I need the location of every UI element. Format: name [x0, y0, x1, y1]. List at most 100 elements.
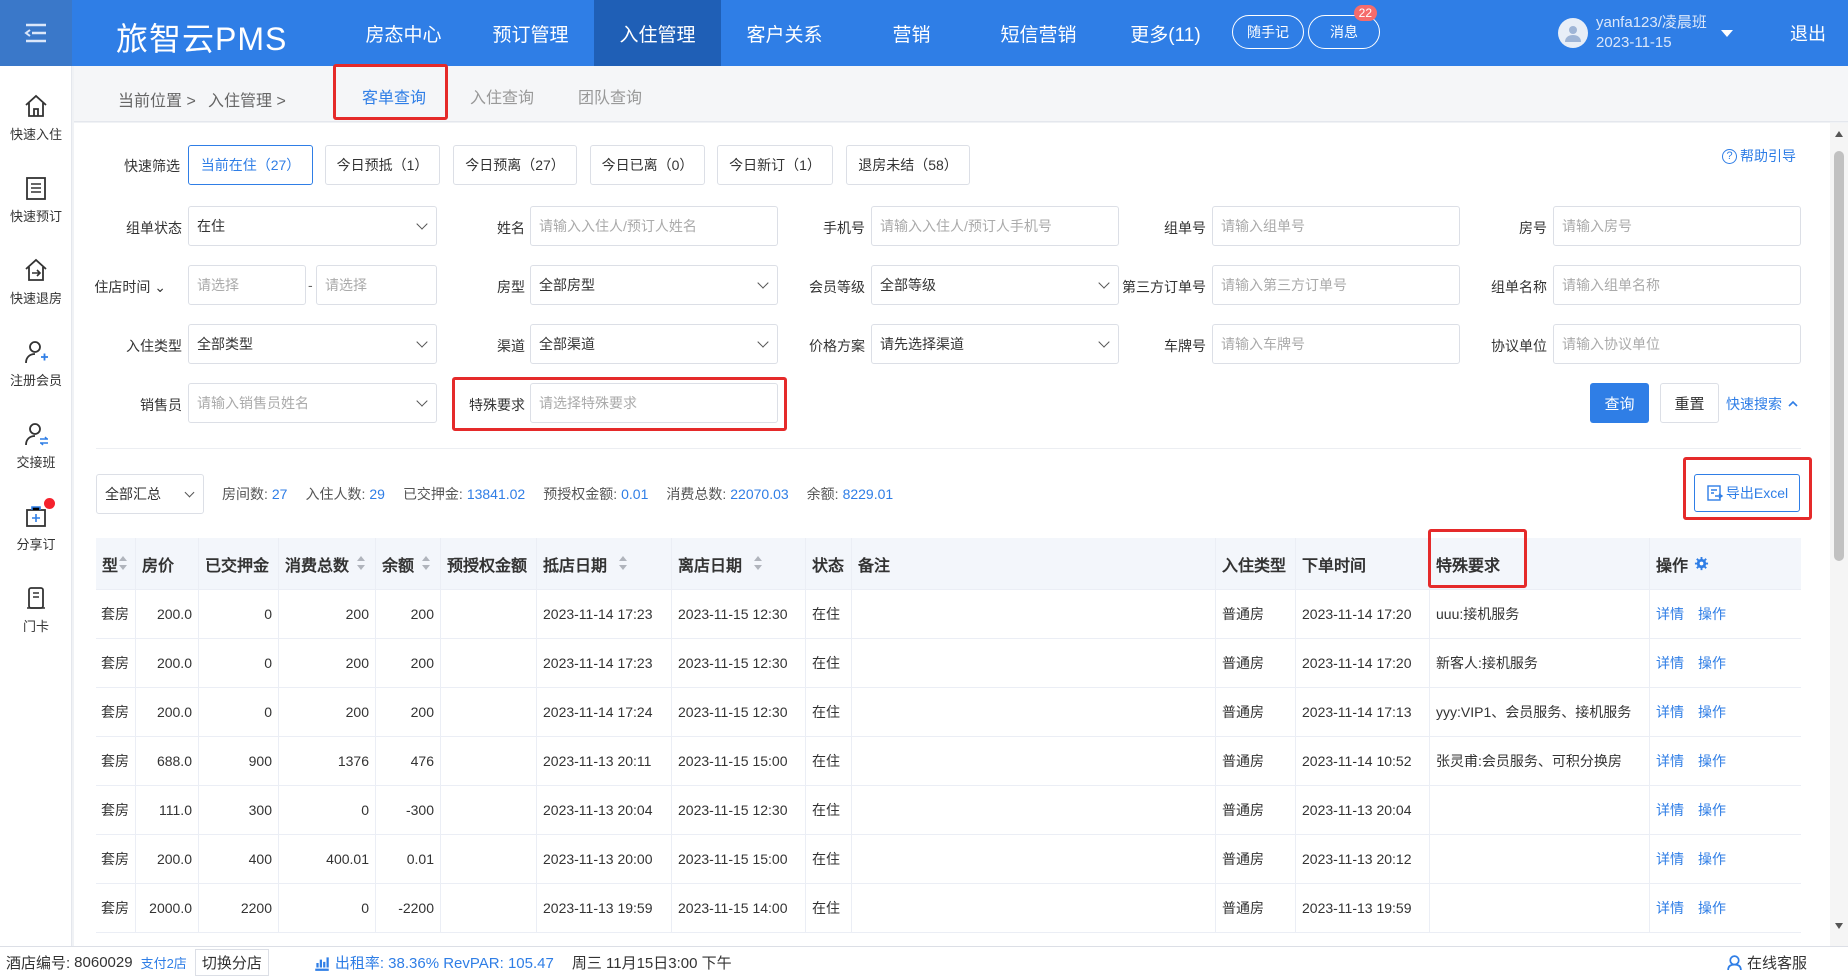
- messages-button[interactable]: 消息 22: [1308, 5, 1380, 49]
- action-link[interactable]: 操作: [1698, 702, 1726, 722]
- action-link[interactable]: 操作: [1698, 653, 1726, 673]
- agreement-input[interactable]: 请输入协议单位: [1553, 324, 1801, 364]
- detail-link[interactable]: 详情: [1656, 702, 1684, 722]
- group-name-input[interactable]: 请输入组单名称: [1553, 265, 1801, 305]
- logout-button[interactable]: 退出: [1790, 20, 1826, 46]
- group-no-input[interactable]: 请输入组单号: [1212, 206, 1460, 246]
- sidebar-item-quick-booking[interactable]: 快速预订: [0, 174, 72, 225]
- summary-select[interactable]: 全部汇总: [96, 474, 204, 514]
- room-no-input[interactable]: 请输入房号: [1553, 206, 1801, 246]
- scroll-down-icon[interactable]: [1835, 923, 1843, 929]
- switch-store-button[interactable]: 切换分店: [194, 949, 269, 976]
- member-level-select[interactable]: 全部等级: [871, 265, 1119, 305]
- stay-time-start-input[interactable]: 请选择: [188, 265, 306, 305]
- cell-deposit: 300: [199, 786, 279, 834]
- table-row[interactable]: 套房 200.0 0 200 200 2023-11-14 17:23 2023-11-15…: [96, 590, 1801, 639]
- room-type-select[interactable]: 全部房型: [530, 265, 778, 305]
- user-menu[interactable]: yanfa123/凌晨班 2023-11-15: [1558, 10, 1733, 56]
- menu-toggle-icon[interactable]: [0, 0, 72, 66]
- online-service-button[interactable]: 在线客服: [1726, 952, 1807, 973]
- action-link[interactable]: 操作: [1698, 751, 1726, 771]
- sidebar-item-label: 快速退房: [9, 291, 62, 306]
- action-link[interactable]: 操作: [1698, 898, 1726, 918]
- quick-filter-unsettled[interactable]: 退房未结（58）: [846, 145, 970, 185]
- stay-time-label[interactable]: 住店时间 ⌄: [56, 277, 166, 297]
- cell-deposit: 2200: [199, 884, 279, 932]
- col-consumption[interactable]: 消费总数: [279, 538, 376, 589]
- nav-crm[interactable]: 客户关系: [721, 0, 848, 66]
- phone-input[interactable]: 请输入入住人/预订人手机号: [871, 206, 1119, 246]
- sidebar-item-door-card[interactable]: 门卡: [0, 584, 72, 635]
- table-row[interactable]: 套房 688.0 900 1376 476 2023-11-13 20:11 2023-11…: [96, 737, 1801, 786]
- detail-link[interactable]: 详情: [1656, 898, 1684, 918]
- cell-status: 在住: [806, 590, 852, 638]
- detail-link[interactable]: 详情: [1656, 800, 1684, 820]
- breadcrumb-module[interactable]: 入住管理 >: [208, 87, 286, 111]
- notes-button[interactable]: 随手记: [1232, 15, 1304, 49]
- scroll-thumb[interactable]: [1834, 151, 1844, 561]
- nav-checkin[interactable]: 入住管理: [594, 0, 721, 66]
- table-row[interactable]: 套房 200.0 0 200 200 2023-11-14 17:24 2023-11-15…: [96, 688, 1801, 737]
- cell-preauth: [441, 639, 537, 687]
- special-request-select[interactable]: 请选择特殊要求: [530, 383, 778, 423]
- third-party-input[interactable]: 请输入第三方订单号: [1212, 265, 1460, 305]
- tab-group-query[interactable]: 团队查询: [578, 84, 642, 108]
- checkin-type-select[interactable]: 全部类型: [188, 324, 437, 364]
- nav-marketing[interactable]: 营销: [848, 0, 975, 66]
- pay-stores[interactable]: 支付2店: [141, 953, 187, 972]
- cell-checkin-type: 普通房: [1216, 737, 1296, 785]
- chevron-down-icon[interactable]: [1720, 29, 1733, 37]
- quick-filter-new-today[interactable]: 今日新订（1）: [717, 145, 833, 185]
- quick-search-toggle[interactable]: 快速搜索: [1726, 394, 1799, 414]
- order-status-select[interactable]: 在住: [188, 206, 437, 246]
- export-excel-button[interactable]: 导出Excel: [1694, 474, 1800, 512]
- table-row[interactable]: 套房 2000.0 2200 0 -2200 2023-11-13 19:59 2023-1…: [96, 884, 1801, 933]
- cell-remark: [852, 737, 1216, 785]
- action-link[interactable]: 操作: [1698, 604, 1726, 624]
- channel-select[interactable]: 全部渠道: [530, 324, 778, 364]
- nav-sms[interactable]: 短信营销: [975, 0, 1102, 66]
- cell-special-request: yyy:VIP1、会员服务、接机服务: [1430, 688, 1650, 736]
- col-preauth[interactable]: 预授权金额: [441, 538, 537, 589]
- detail-link[interactable]: 详情: [1656, 751, 1684, 771]
- nav-room-status[interactable]: 房态中心: [340, 0, 467, 66]
- query-button[interactable]: 查询: [1590, 383, 1649, 423]
- quick-filter-current-stay[interactable]: 当前在住（27）: [188, 145, 313, 185]
- table-row[interactable]: 套房 111.0 300 0 -300 2023-11-13 20:04 2023-11-1…: [96, 786, 1801, 835]
- detail-link[interactable]: 详情: [1656, 653, 1684, 673]
- col-arrival[interactable]: 抵店日期: [537, 538, 672, 589]
- quick-filter-arriving-today[interactable]: 今日预抵（1）: [325, 145, 440, 185]
- scroll-up-icon[interactable]: [1835, 131, 1843, 137]
- detail-link[interactable]: 详情: [1656, 849, 1684, 869]
- sidebar-item-share[interactable]: 分享订: [0, 498, 72, 553]
- quick-filter-departing-today[interactable]: 今日预离（27）: [453, 145, 577, 185]
- group-no-label: 组单号: [1164, 220, 1206, 236]
- price-plan-select[interactable]: 请先选择渠道: [871, 324, 1119, 364]
- col-departure[interactable]: 离店日期: [672, 538, 806, 589]
- detail-link[interactable]: 详情: [1656, 604, 1684, 624]
- col-balance[interactable]: 余额: [376, 538, 441, 589]
- reset-button[interactable]: 重置: [1660, 383, 1719, 423]
- col-room-type[interactable]: 型: [96, 538, 136, 589]
- action-link[interactable]: 操作: [1698, 849, 1726, 869]
- table-row[interactable]: 套房 200.0 0 200 200 2023-11-14 17:23 2023-11-15…: [96, 639, 1801, 688]
- cell-departure: 2023-11-15 15:00: [672, 737, 806, 785]
- tab-checkin-query[interactable]: 入住查询: [470, 84, 534, 108]
- action-link[interactable]: 操作: [1698, 800, 1726, 820]
- tab-order-query[interactable]: 客单查询: [362, 84, 426, 108]
- nav-more[interactable]: 更多(11): [1102, 0, 1229, 66]
- plate-input[interactable]: 请输入车牌号: [1212, 324, 1460, 364]
- quick-filter-departed-today[interactable]: 今日已离（0）: [590, 145, 705, 185]
- sidebar-item-shift-handover[interactable]: 交接班: [0, 420, 72, 471]
- sidebar-item-quick-checkin[interactable]: 快速入住: [0, 92, 72, 143]
- sidebar-item-register-member[interactable]: 注册会员: [0, 338, 72, 389]
- sales-select[interactable]: 请输入销售员姓名: [188, 383, 437, 423]
- help-guide-link[interactable]: ? 帮助引导: [1722, 146, 1796, 166]
- col-deposit[interactable]: 已交押金: [199, 538, 279, 589]
- customer-service-icon: [1727, 955, 1742, 971]
- col-price[interactable]: 房价: [136, 538, 199, 589]
- page-scrollbar[interactable]: [1830, 123, 1848, 946]
- nav-booking[interactable]: 预订管理: [467, 0, 594, 66]
- table-row[interactable]: 套房 200.0 400 400.01 0.01 2023-11-13 20:00 2023…: [96, 835, 1801, 884]
- name-input[interactable]: 请输入入住人/预订人姓名: [530, 206, 778, 246]
